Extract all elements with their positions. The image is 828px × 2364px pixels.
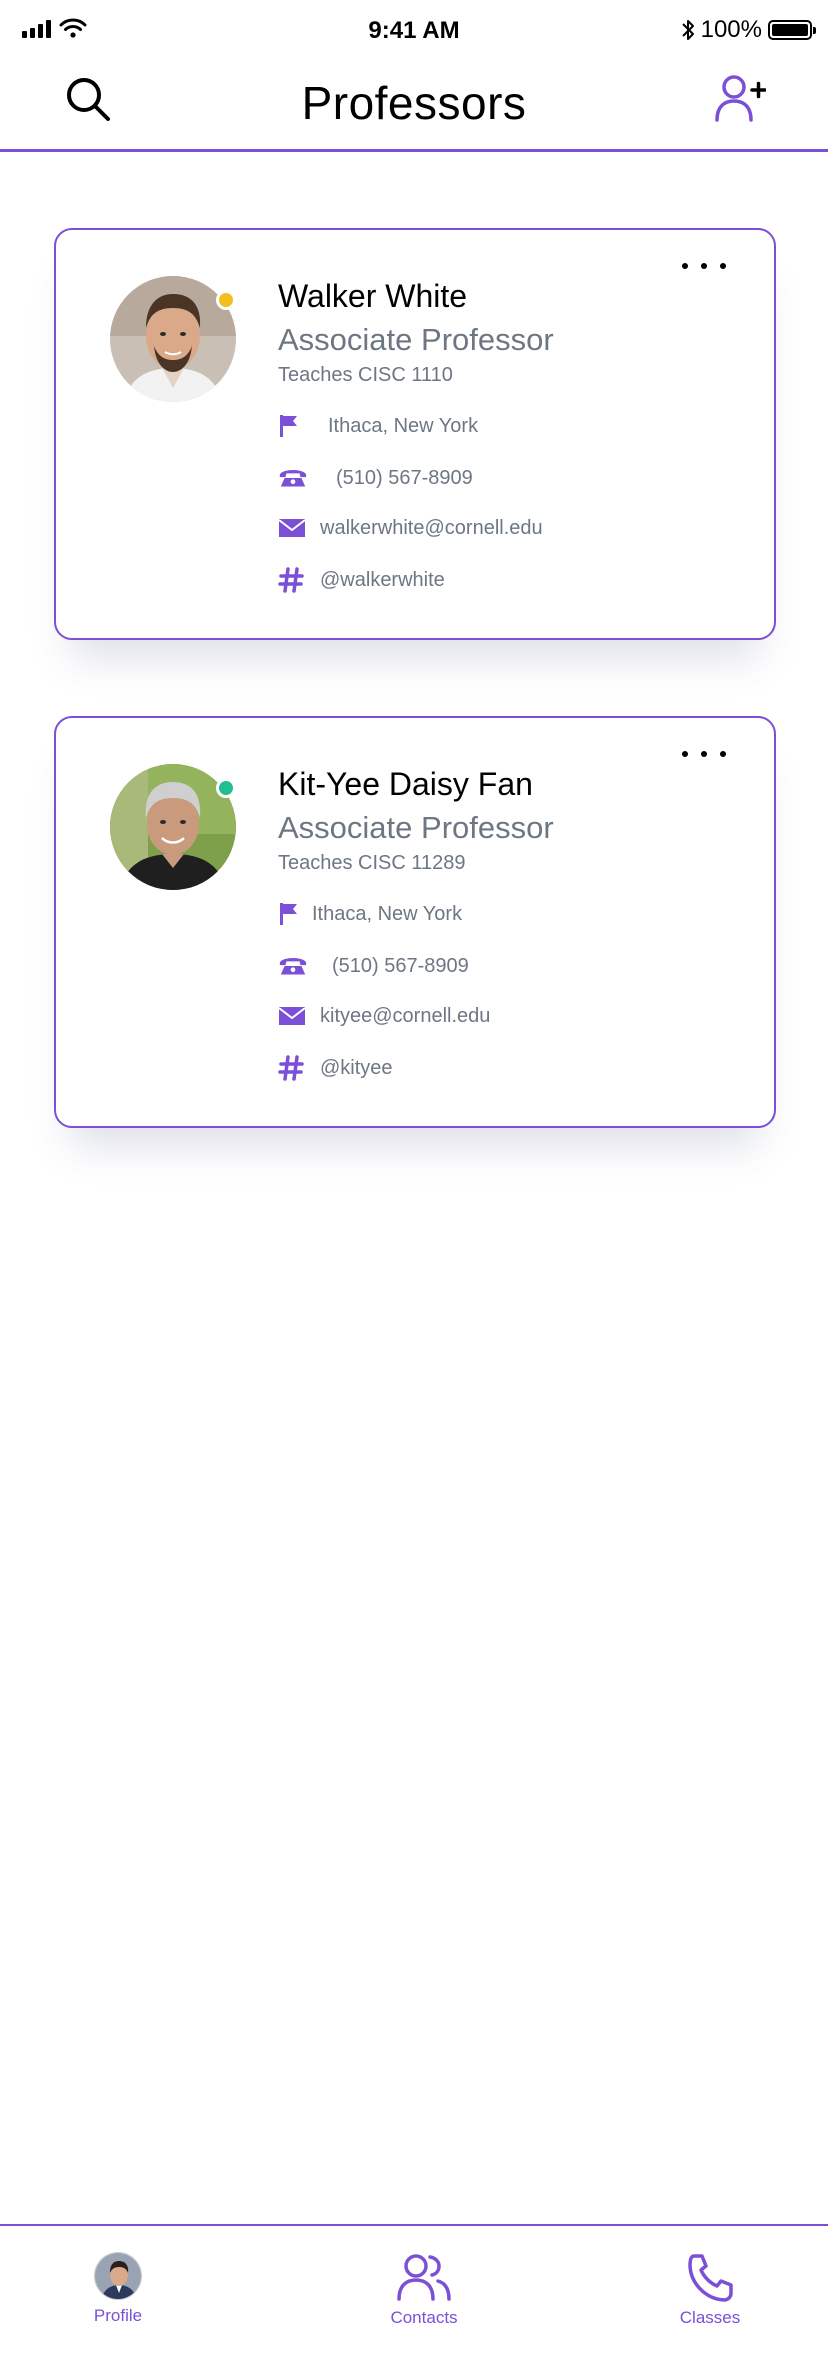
profile-avatar bbox=[94, 2252, 142, 2300]
hashtag-icon bbox=[278, 1055, 308, 1081]
tab-classes-label: Classes bbox=[679, 2308, 741, 2327]
phone-text: (510) 567-8909 bbox=[336, 466, 473, 489]
bluetooth-icon bbox=[681, 20, 694, 40]
more-icon[interactable] bbox=[682, 260, 726, 272]
tab-profile-label: Profile bbox=[93, 2306, 143, 2325]
avatar bbox=[110, 276, 236, 402]
status-dot bbox=[216, 778, 236, 798]
battery-icon bbox=[768, 20, 816, 40]
avatar bbox=[110, 764, 236, 890]
handle-text: @kityee bbox=[320, 1056, 393, 1079]
location-row: Ithaca, New York bbox=[278, 414, 478, 438]
professor-teaches: Teaches CISC 11289 bbox=[278, 852, 466, 874]
phone-row[interactable]: (510) 567-8909 bbox=[278, 954, 469, 978]
tab-classes[interactable]: Classes bbox=[640, 2252, 780, 2328]
phone-row[interactable]: (510) 567-8909 bbox=[278, 466, 473, 490]
handle-text: @walkerwhite bbox=[320, 568, 445, 591]
professor-title: Associate Professor bbox=[278, 322, 554, 357]
professor-title: Associate Professor bbox=[278, 810, 554, 845]
location-row: Ithaca, New York bbox=[278, 902, 462, 926]
email-row[interactable]: kityee@cornell.edu bbox=[278, 1004, 490, 1028]
tab-bar: Profile Contacts Classes bbox=[0, 2224, 828, 2364]
status-right: 100% bbox=[681, 16, 816, 44]
phone-text: (510) 567-8909 bbox=[332, 954, 469, 977]
contacts-icon bbox=[397, 2254, 451, 2301]
status-bar: 9:41 AM 100% bbox=[0, 0, 828, 60]
professor-teaches: Teaches CISC 1110 bbox=[278, 364, 453, 386]
email-text: kityee@cornell.edu bbox=[320, 1004, 491, 1027]
phone-icon bbox=[278, 466, 308, 490]
tab-contacts-label: Contacts bbox=[390, 2308, 458, 2327]
hashtag-icon bbox=[278, 567, 308, 593]
phone-icon bbox=[278, 954, 308, 978]
professor-card[interactable]: Kit-Yee Daisy Fan Associate Professor Te… bbox=[54, 716, 776, 1128]
location-text: Ithaca, New York bbox=[328, 414, 479, 437]
battery-percent: 100% bbox=[700, 16, 762, 43]
phone-outline-icon bbox=[688, 2254, 733, 2302]
handle-row[interactable]: @walkerwhite bbox=[278, 567, 445, 593]
email-text: walkerwhite@cornell.edu bbox=[320, 516, 543, 539]
email-row[interactable]: walkerwhite@cornell.edu bbox=[278, 516, 543, 540]
page-title: Professors bbox=[301, 77, 527, 129]
flag-icon bbox=[278, 902, 308, 926]
location-text: Ithaca, New York bbox=[312, 902, 463, 925]
envelope-icon bbox=[278, 1004, 308, 1028]
tab-profile[interactable]: Profile bbox=[48, 2252, 188, 2326]
professor-name: Walker White bbox=[278, 278, 468, 314]
status-dot bbox=[216, 290, 236, 310]
more-icon[interactable] bbox=[682, 748, 726, 760]
tab-contacts[interactable]: Contacts bbox=[354, 2252, 494, 2328]
professor-card[interactable]: Walker White Associate Professor Teaches… bbox=[54, 228, 776, 640]
professor-name: Kit-Yee Daisy Fan bbox=[278, 766, 533, 802]
nav-bar: Professors bbox=[0, 60, 828, 152]
handle-row[interactable]: @kityee bbox=[278, 1055, 393, 1081]
envelope-icon bbox=[278, 516, 308, 540]
flag-icon bbox=[278, 414, 308, 438]
add-user-icon[interactable] bbox=[714, 74, 766, 122]
